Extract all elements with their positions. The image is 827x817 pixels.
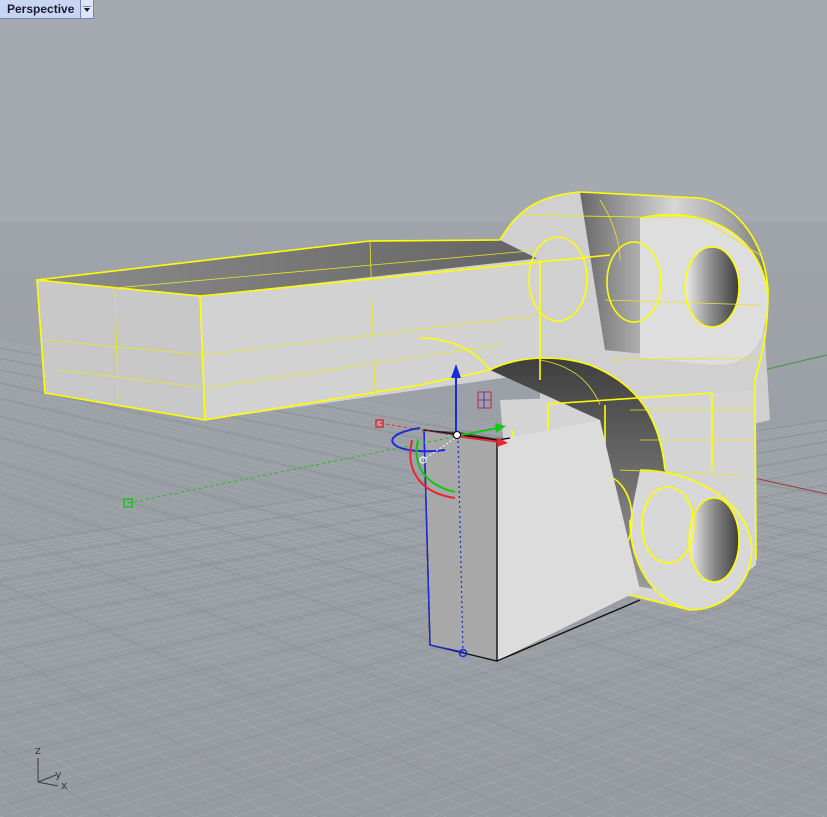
gumball-y-arrow[interactable] [455, 427, 499, 437]
viewport-title[interactable]: Perspective [0, 0, 80, 18]
viewport-tab: Perspective [0, 0, 95, 19]
block-left-face [424, 430, 497, 661]
axis-x-label: x [61, 779, 68, 792]
perspective-viewport[interactable]: z y x Perspective [0, 0, 827, 817]
triangle-down-icon [83, 6, 92, 12]
gumball-plane-handle[interactable] [477, 391, 492, 409]
scene-canvas[interactable]: z y x [0, 0, 827, 817]
bracket-body[interactable] [36, 191, 770, 611]
grid-line [782, 796, 827, 817]
gumball-origin[interactable] [453, 431, 461, 439]
block[interactable] [423, 420, 641, 662]
axis-z-label: z [35, 744, 41, 757]
sky-area [0, 0, 827, 222]
viewport-menu-button[interactable] [80, 0, 94, 18]
gumball-y-extension [127, 435, 459, 504]
arm-side-face [37, 280, 205, 420]
